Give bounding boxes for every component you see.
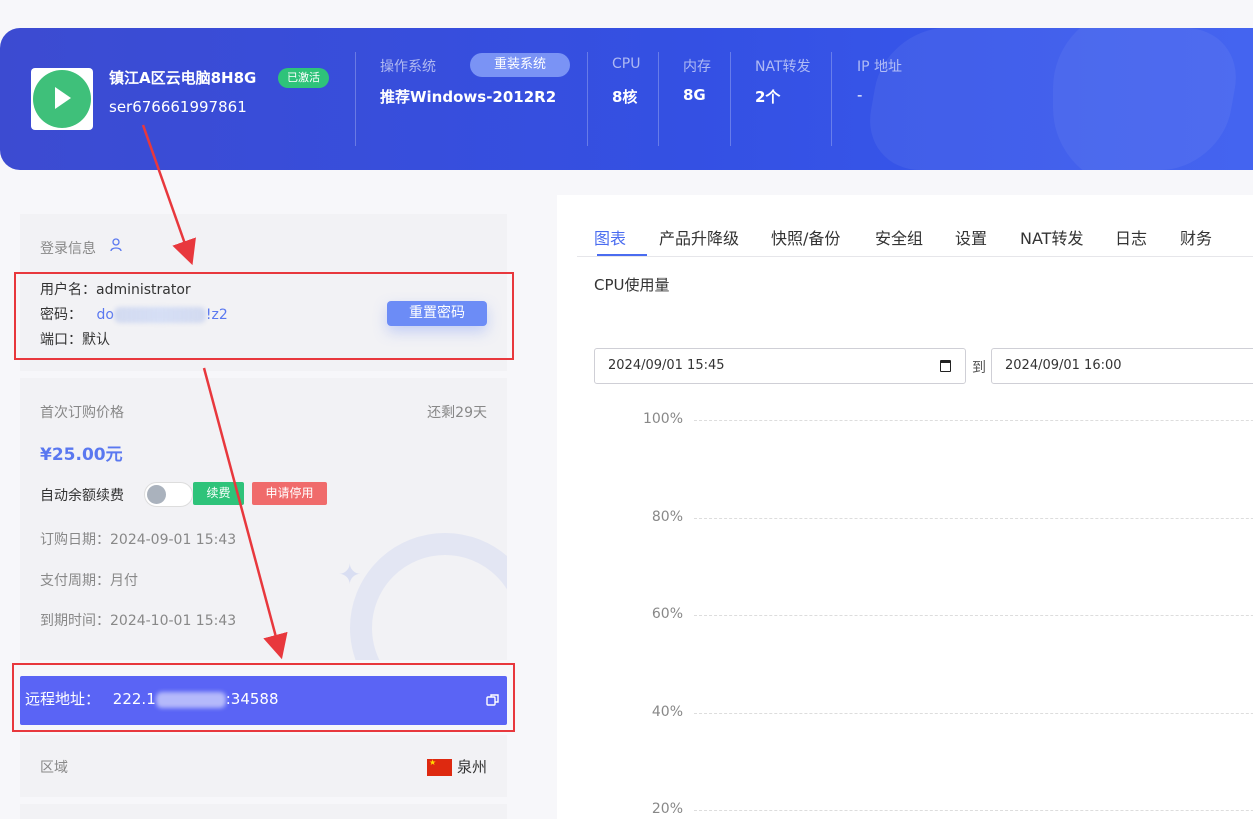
annotation-arrows (141, 124, 288, 660)
annotation-arrow-1 (141, 124, 196, 266)
annotation-arrow-2 (202, 367, 288, 660)
